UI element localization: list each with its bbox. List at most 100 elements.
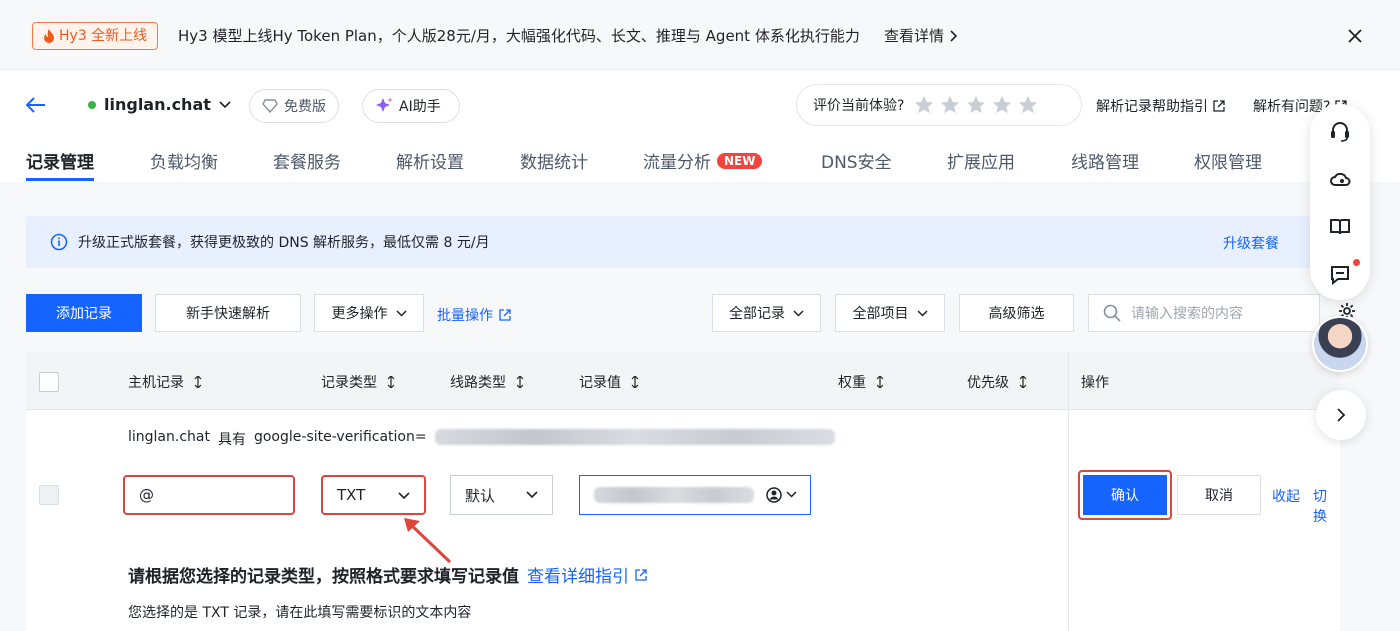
assistant-avatar[interactable] — [1312, 316, 1368, 372]
tab-permissions[interactable]: 权限管理 — [1194, 148, 1262, 173]
new-badge: NEW — [717, 152, 763, 169]
batch-actions-link[interactable]: 批量操作 — [437, 305, 511, 325]
collapse-link[interactable]: 收起 — [1272, 486, 1300, 506]
badge-label: Hy3 全新上线 — [59, 28, 148, 44]
tab-traffic-analysis[interactable]: 流量分析 NEW — [643, 148, 763, 173]
star-icon[interactable] — [1018, 95, 1038, 115]
tab-label: 扩展应用 — [947, 153, 1015, 173]
search-input[interactable]: 请输入搜索的内容 — [1088, 294, 1320, 332]
chevron-down-icon — [786, 491, 797, 498]
chevron-down-icon — [916, 309, 928, 317]
switch-link[interactable]: 切换 — [1313, 486, 1340, 526]
advanced-filter-label: 高级筛选 — [988, 306, 1045, 322]
tab-records[interactable]: 记录管理 — [26, 148, 94, 181]
banner-detail-link[interactable]: 查看详情 — [884, 25, 958, 46]
chevron-right-icon — [1336, 408, 1345, 422]
col-priority-label: 优先级 — [967, 375, 1009, 391]
star-icon[interactable] — [914, 95, 934, 115]
ai-label: AI助手 — [399, 99, 441, 115]
guide-title-text: 请根据您选择的记录类型，按照格式要求填写记录值 — [128, 567, 519, 587]
banner-message: Hy3 模型上线Hy Token Plan，个人版28元/月，大幅强化代码、长文… — [178, 27, 860, 45]
all-projects-label: 全部项目 — [852, 306, 909, 322]
domain-selector[interactable]: linglan.chat — [88, 95, 231, 114]
cloud-icon[interactable] — [1329, 168, 1351, 190]
star-icon[interactable] — [992, 95, 1012, 115]
desc-has: 具有 — [217, 432, 246, 448]
advanced-filter-button[interactable]: 高级筛选 — [959, 294, 1074, 332]
col-line[interactable]: 线路类型 — [450, 372, 524, 392]
col-weight[interactable]: 权重 — [838, 372, 884, 392]
select-all-checkbox[interactable] — [39, 372, 59, 392]
cancel-button[interactable]: 取消 — [1177, 475, 1261, 515]
batch-actions-label: 批量操作 — [437, 308, 493, 324]
sort-icon — [876, 376, 884, 388]
tab-label: 套餐服务 — [273, 153, 341, 173]
more-actions-dropdown[interactable]: 更多操作 — [314, 294, 424, 332]
close-icon[interactable] — [1346, 27, 1364, 45]
book-icon[interactable] — [1329, 216, 1351, 238]
all-projects-dropdown[interactable]: 全部项目 — [835, 294, 945, 332]
sort-icon — [194, 376, 202, 388]
row-checkbox — [39, 485, 59, 505]
all-records-dropdown[interactable]: 全部记录 — [712, 294, 821, 332]
col-type[interactable]: 记录类型 — [321, 372, 395, 392]
tab-label: DNS安全 — [821, 153, 892, 173]
rate-label: 评价当前体验? — [813, 98, 905, 114]
tab-line-management[interactable]: 线路管理 — [1071, 148, 1139, 173]
col-priority[interactable]: 优先级 — [967, 372, 1027, 392]
help-guide-link[interactable]: 解析记录帮助指引 — [1096, 96, 1225, 116]
star-icon[interactable] — [940, 95, 960, 115]
guide-detail-link[interactable]: 查看详细指引 — [527, 562, 647, 587]
back-arrow-icon[interactable] — [26, 97, 46, 113]
star-icon[interactable] — [966, 95, 986, 115]
tab-resolve-settings[interactable]: 解析设置 — [396, 148, 464, 173]
chevron-right-icon — [950, 29, 958, 42]
headset-icon[interactable] — [1329, 120, 1351, 142]
tab-plan-service[interactable]: 套餐服务 — [273, 148, 341, 173]
status-dot — [88, 100, 96, 109]
upgrade-notice: 升级正式版套餐，获得更极致的 DNS 解析服务，最低仅需 8 元/月 升级套餐 — [26, 216, 1310, 268]
star-rating[interactable] — [914, 95, 1038, 115]
expand-panel-button[interactable] — [1316, 390, 1366, 440]
guide-link-label: 查看详细指引 — [527, 567, 629, 587]
annotation-arrow-icon — [404, 518, 452, 564]
more-actions-label: 更多操作 — [331, 306, 388, 322]
cancel-label: 取消 — [1205, 488, 1233, 504]
user-icon — [766, 487, 782, 503]
sort-icon — [631, 376, 639, 388]
external-link-icon — [1213, 100, 1225, 112]
free-plan-badge[interactable]: 免费版 — [249, 89, 339, 123]
desc-domain: linglan.chat — [128, 429, 210, 445]
search-placeholder: 请输入搜索的内容 — [1131, 306, 1243, 322]
tab-label: 流量分析 — [643, 153, 711, 173]
help-guide-label: 解析记录帮助指引 — [1096, 99, 1208, 115]
guide-title: 请根据您选择的记录类型，按照格式要求填写记录值 查看详细指引 — [128, 562, 647, 587]
desc-verification-prefix: google-site-verification= — [253, 429, 427, 445]
tab-load-balance[interactable]: 负载均衡 — [150, 148, 218, 173]
record-value-input[interactable] — [579, 475, 811, 515]
ai-assistant-button[interactable]: AI助手 — [362, 89, 460, 123]
tab-dns-security[interactable]: DNS安全 — [821, 148, 892, 173]
col-value[interactable]: 记录值 — [579, 372, 639, 392]
record-type-select[interactable]: TXT — [321, 475, 426, 515]
col-host[interactable]: 主机记录 — [128, 372, 202, 392]
upgrade-plan-link[interactable]: 升级套餐 — [1223, 233, 1279, 253]
tab-statistics[interactable]: 数据统计 — [520, 148, 588, 173]
sort-icon — [387, 376, 395, 388]
quick-resolve-label: 新手快速解析 — [186, 306, 270, 322]
hy3-badge[interactable]: Hy3 全新上线 — [32, 22, 159, 50]
tab-label: 权限管理 — [1194, 153, 1262, 173]
all-records-label: 全部记录 — [729, 306, 785, 322]
floating-toolbar — [1310, 104, 1370, 300]
main-tabs: 记录管理 负载均衡 套餐服务 解析设置 数据统计 流量分析 NEW DNS安全 … — [0, 140, 1310, 182]
quick-resolve-button[interactable]: 新手快速解析 — [155, 294, 301, 332]
sparkle-icon — [376, 98, 392, 112]
host-record-input[interactable]: @ — [123, 475, 295, 515]
tab-extensions[interactable]: 扩展应用 — [947, 148, 1015, 173]
host-value: @ — [139, 486, 154, 504]
feedback-icon[interactable] — [1329, 264, 1351, 286]
confirm-button[interactable]: 确认 — [1078, 470, 1172, 520]
add-record-button[interactable]: 添加记录 — [26, 294, 142, 332]
line-type-value: 默认 — [465, 486, 496, 505]
line-type-select[interactable]: 默认 — [450, 475, 553, 515]
